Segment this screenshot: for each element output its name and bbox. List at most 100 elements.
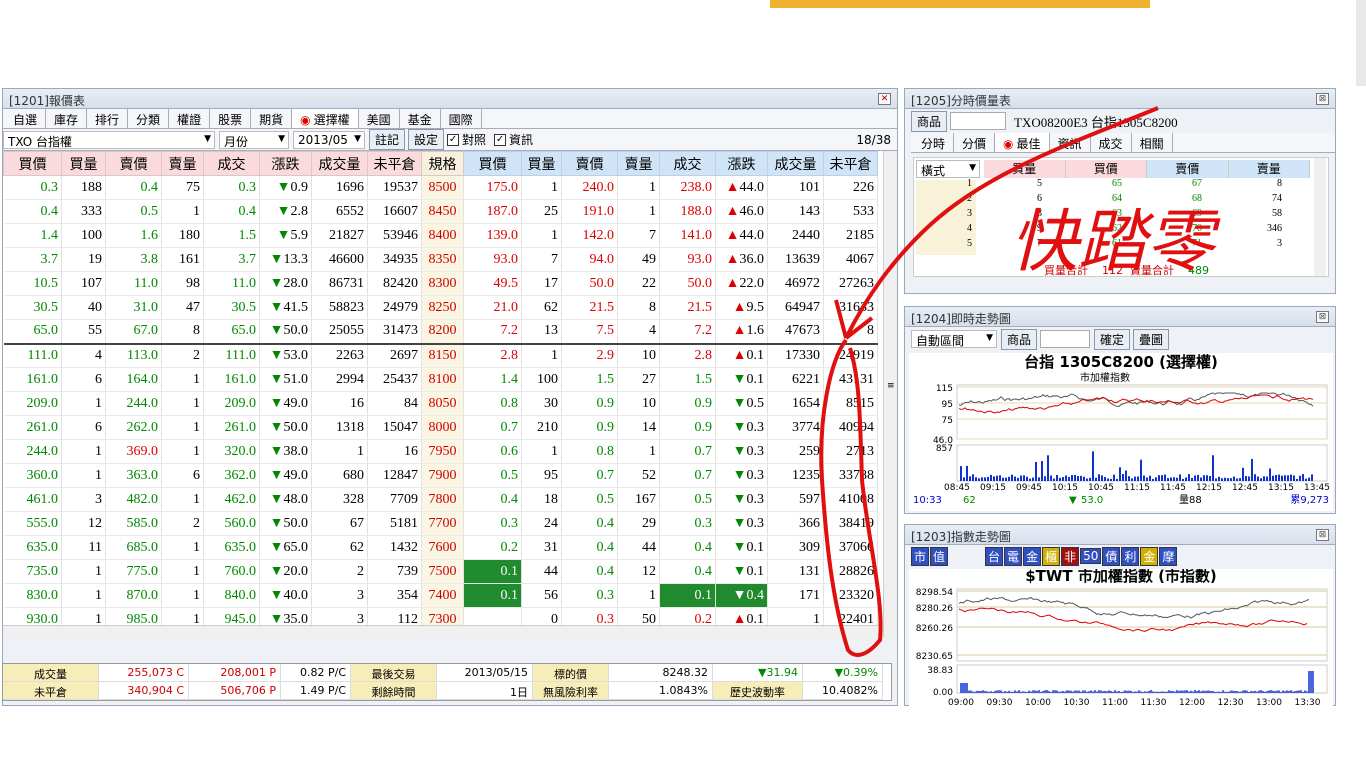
index-side-button-1[interactable]: 值 <box>930 546 949 566</box>
call-cell[interactable]: ▼40.0 <box>259 583 312 608</box>
call-cell[interactable]: 2994 <box>311 367 368 392</box>
call-cell[interactable]: ▼48.0 <box>259 487 312 512</box>
put-cell[interactable]: 0.8 <box>463 391 522 416</box>
tick-tab-5[interactable]: 相關 <box>1132 133 1173 152</box>
call-cell[interactable]: 3 <box>61 487 106 512</box>
put-cell[interactable]: 23320 <box>823 583 878 608</box>
call-cell[interactable]: 7709 <box>367 487 422 512</box>
table-row[interactable]: 65.0 55 67.0 8 65.0 ▼50.0 25055 31473 8200 7.2 13 7… <box>3 319 878 344</box>
call-cell[interactable]: 180 <box>161 223 204 248</box>
call-cell[interactable]: 111.0 <box>3 342 62 368</box>
put-cell[interactable]: 2.9 <box>561 342 618 368</box>
call-cell[interactable]: 100 <box>61 223 106 248</box>
put-cell[interactable]: 0.4 <box>561 535 618 560</box>
put-cell[interactable]: 167 <box>617 487 660 512</box>
put-cell[interactable]: ▼0.1 <box>715 367 768 392</box>
call-cell[interactable]: 760.0 <box>203 559 260 584</box>
put-cell[interactable]: 10 <box>617 391 660 416</box>
call-cell[interactable]: 11 <box>61 535 106 560</box>
put-cell[interactable]: 533 <box>823 199 878 224</box>
call-cell[interactable]: 1 <box>61 439 106 464</box>
put-cell[interactable]: 6221 <box>767 367 824 392</box>
call-cell[interactable]: 3 <box>311 583 368 608</box>
call-cell[interactable]: 31473 <box>367 319 422 344</box>
put-cell[interactable]: 0.4 <box>463 487 522 512</box>
call-cell[interactable]: 30.5 <box>3 295 62 320</box>
put-cell[interactable]: 4067 <box>823 247 878 272</box>
call-cell[interactable]: 261.0 <box>203 415 260 440</box>
put-cell[interactable]: 0.8 <box>561 439 618 464</box>
call-cell[interactable]: 320.0 <box>203 439 260 464</box>
put-cell[interactable]: ▼0.3 <box>715 511 768 536</box>
call-cell[interactable]: 1 <box>61 391 106 416</box>
strike-cell[interactable]: 7600 <box>421 535 464 560</box>
put-cell[interactable]: 171 <box>767 583 824 608</box>
month-select[interactable]: 2013/05 ▼ <box>293 130 365 149</box>
put-cell[interactable]: 40994 <box>823 415 878 440</box>
put-cell[interactable]: 1 <box>617 583 660 608</box>
put-cell[interactable]: 21.5 <box>561 295 618 320</box>
call-cell[interactable]: ▼50.0 <box>259 415 312 440</box>
call-cell[interactable]: 6 <box>161 463 204 488</box>
put-cell[interactable]: 47673 <box>767 319 824 344</box>
column-header[interactable]: 成交量 <box>311 151 368 176</box>
table-row[interactable]: 360.0 1 363.0 6 362.0 ▼49.0 680 12847 7900 0.5 95 0… <box>3 463 878 488</box>
index-button-8[interactable]: 金 <box>1140 546 1159 566</box>
put-cell[interactable]: 0.7 <box>463 415 522 440</box>
tick-row[interactable]: 3 3 63 69 58 <box>914 208 1314 223</box>
call-cell[interactable]: 328 <box>311 487 368 512</box>
call-cell[interactable]: 1 <box>161 199 204 224</box>
call-cell[interactable]: 82420 <box>367 271 422 296</box>
put-cell[interactable]: 93.0 <box>659 247 716 272</box>
put-cell[interactable]: ▼0.3 <box>715 487 768 512</box>
put-cell[interactable]: 13639 <box>767 247 824 272</box>
call-cell[interactable]: 680 <box>311 463 368 488</box>
column-header[interactable]: 成交 <box>659 151 716 176</box>
put-cell[interactable]: 22 <box>617 271 660 296</box>
put-cell[interactable]: 4 <box>617 319 660 344</box>
column-header[interactable]: 規格 <box>421 151 464 176</box>
call-cell[interactable]: 635.0 <box>203 535 260 560</box>
put-cell[interactable]: 0.5 <box>659 487 716 512</box>
put-cell[interactable]: 0.7 <box>561 463 618 488</box>
put-cell[interactable]: 0.6 <box>463 439 522 464</box>
call-cell[interactable]: 1.4 <box>3 223 62 248</box>
strike-cell[interactable]: 8300 <box>421 271 464 296</box>
put-cell[interactable]: 1 <box>521 223 562 248</box>
call-cell[interactable]: 161.0 <box>3 367 62 392</box>
put-cell[interactable]: 1235 <box>767 463 824 488</box>
table-row[interactable]: 635.0 11 685.0 1 635.0 ▼65.0 62 1432 7600 0.2 31 0.… <box>3 535 878 560</box>
call-cell[interactable]: 30.5 <box>203 295 260 320</box>
call-cell[interactable]: 67 <box>311 511 368 536</box>
put-cell[interactable]: 50.0 <box>561 271 618 296</box>
strike-cell[interactable]: 8350 <box>421 247 464 272</box>
call-cell[interactable]: 113.0 <box>105 342 162 368</box>
note-button[interactable]: 註記 <box>369 129 406 150</box>
edge-scrollbar[interactable] <box>1356 0 1366 86</box>
index-button-1[interactable]: 電 <box>1004 546 1023 566</box>
put-cell[interactable]: 0.5 <box>561 487 618 512</box>
call-cell[interactable]: 24979 <box>367 295 422 320</box>
put-cell[interactable]: 210 <box>521 415 562 440</box>
strike-cell[interactable]: 8050 <box>421 391 464 416</box>
strike-cell[interactable]: 7900 <box>421 463 464 488</box>
call-cell[interactable]: 65.0 <box>3 319 62 344</box>
column-header[interactable]: 買價 <box>463 151 522 176</box>
put-cell[interactable]: 187.0 <box>463 199 522 224</box>
put-cell[interactable]: 2.8 <box>463 342 522 368</box>
product-input[interactable] <box>950 112 1007 130</box>
column-header[interactable]: 買量 <box>521 151 562 176</box>
tab-3[interactable]: 分類 <box>128 109 170 128</box>
put-cell[interactable]: 101 <box>767 175 824 200</box>
put-cell[interactable]: 33788 <box>823 463 878 488</box>
put-cell[interactable]: 43131 <box>823 367 878 392</box>
column-header[interactable]: 未平倉 <box>823 151 878 176</box>
call-cell[interactable]: 462.0 <box>203 487 260 512</box>
call-cell[interactable]: 10.5 <box>3 271 62 296</box>
table-row[interactable]: 461.0 3 482.0 1 462.0 ▼48.0 328 7709 7800 0.4 18 0.… <box>3 487 878 512</box>
put-cell[interactable]: 1.4 <box>463 367 522 392</box>
put-cell[interactable]: 0.9 <box>561 391 618 416</box>
table-row[interactable]: 10.5 107 11.0 98 11.0 ▼28.0 86731 82420 8300 49.5… <box>3 271 878 296</box>
put-cell[interactable]: ▼0.4 <box>715 583 768 608</box>
call-cell[interactable]: 47 <box>161 295 204 320</box>
